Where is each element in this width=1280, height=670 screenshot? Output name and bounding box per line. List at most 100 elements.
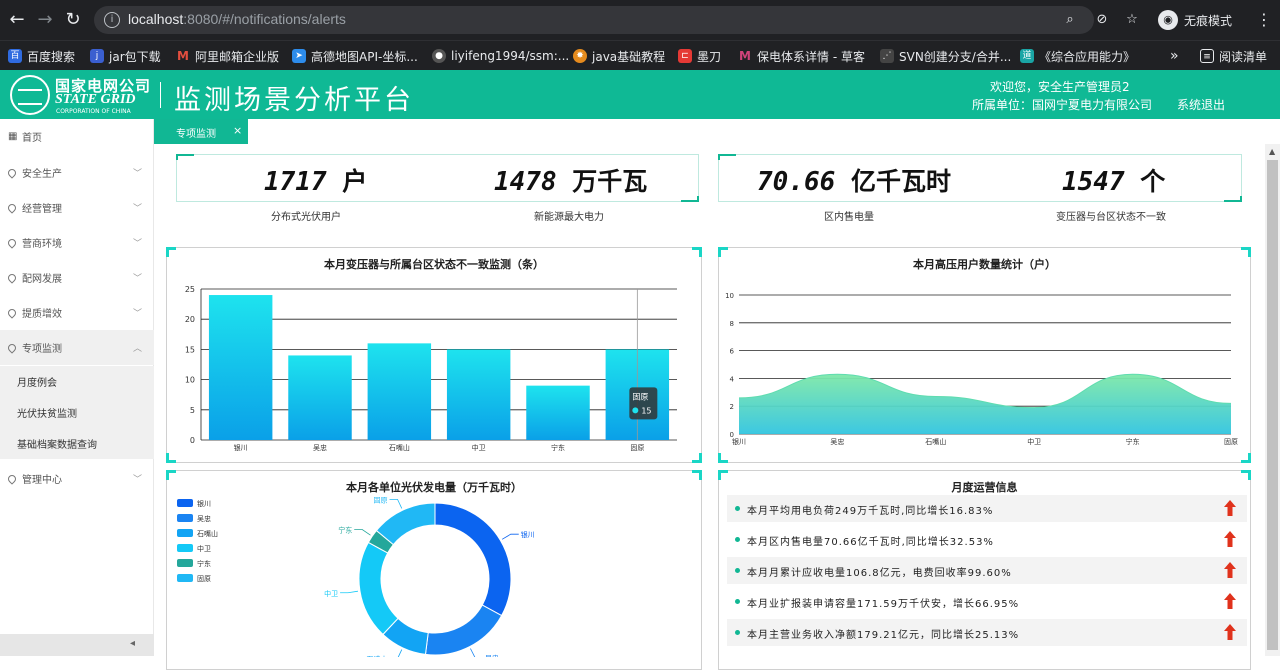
sidebar-item-special-monitor[interactable]: 专项监测 ︿ [0,330,154,365]
y-tick-label: 0 [190,436,195,445]
url-text[interactable]: localhost:8080/#/notifications/alerts [128,11,346,27]
chevron-down-icon: ﹀ [133,309,143,319]
back-icon[interactable]: ← [6,9,28,31]
y-tick-label: 5 [190,406,195,415]
bullet-icon [735,630,740,635]
zoom-icon[interactable]: ⌕ [1062,12,1078,28]
incognito-indicator[interactable]: ◉ 无痕模式 [1158,8,1232,32]
slice-label-line [354,529,371,536]
area-chart-panel: 本月高压用户数量统计（户） 0 2 4 6 8 10 银川 吴忠 石嘴山 中卫 宁东 固原 [718,247,1251,463]
sidebar-item-operation[interactable]: 经营管理 ﹀ [0,190,154,225]
kpi-label: 新能源最大电力 [534,212,604,223]
unit-text: 所属单位：国网宁夏电力有限公司 [972,98,1153,112]
page-scrollbar[interactable]: ▲ [1265,144,1280,656]
bookmark-icon: ⊏ [678,49,692,63]
sidebar: ▦ 首页 安全生产 ﹀ 经营管理 ﹀ 营商环境 ﹀ 配网发展 ﹀ 提质增效 ﹀ … [0,119,154,656]
page-title: 监测场景分析平台 [174,85,414,116]
incognito-icon: ◉ [1158,10,1178,30]
arrow-up-icon [1224,624,1236,640]
legend-label: 固原 [197,575,211,583]
donut-chart-panel: 本月各单位光伏发电量（万千瓦时） 银川吴忠石嘴山中卫宁东固原银川吴忠石嘴山中卫宁… [166,470,702,670]
legend-label: 中卫 [197,544,211,553]
x-tick-label: 吴忠 [830,438,844,446]
location-icon [6,166,18,179]
sidebar-subitem-archive-query[interactable]: 基础档案数据查询 [0,428,154,459]
arrow-up-icon [1224,562,1236,578]
bookmark-item[interactable]: M 阿里邮箱企业版 [176,47,279,65]
corner-decoration [718,154,736,160]
tab-special-monitor[interactable]: 专项监测 × [154,119,248,144]
browser-menu-icon[interactable]: ⋮ [1256,10,1272,29]
sidebar-item-management[interactable]: 管理中心 ﹀ [0,461,154,496]
bookmark-icon: M [739,49,751,63]
bar [288,355,352,440]
bookmark-item[interactable]: j jar包下载 [90,47,161,65]
y-tick-label: 10 [725,292,734,300]
x-tick-label: 宁东 [1126,437,1140,446]
donut-chart: 银川吴忠石嘴山中卫宁东固原银川吴忠石嘴山中卫宁东固原 [177,496,535,657]
sidebar-item-grid-dev[interactable]: 配网发展 ﹀ [0,260,154,295]
grid-icon: ▦ [8,131,18,142]
bookmarks-more-icon[interactable]: » [1170,47,1179,65]
bookmark-icon: j [90,49,104,63]
donut-slice [358,541,399,636]
incognito-label: 无痕模式 [1184,13,1233,28]
sidebar-subitem-monthly-meeting[interactable]: 月度例会 [0,366,154,397]
bar [526,385,590,440]
sidebar-item-safety[interactable]: 安全生产 ﹀ [0,155,154,190]
slice-label-line [501,533,519,540]
scrollbar-thumb[interactable] [1267,160,1278,650]
bookmark-item[interactable]: ⊏ 墨刀 [678,47,721,65]
bookmark-icon: ✸ [573,49,587,63]
bookmark-item[interactable]: 道《综合应用能力》 [1020,47,1135,65]
area-chart: 0246810银川 吴忠 石嘴山 中卫 宁东 固原 [725,292,1238,446]
legend-label: 吴忠 [197,515,211,523]
x-tick-label: 银川 [234,443,248,452]
forward-icon[interactable]: → [34,9,56,31]
x-tick-label: 中卫 [1027,437,1041,446]
legend-swatch [177,499,193,507]
bookmark-item[interactable]: ⋰ SVN创建分支/合并... [880,47,1011,65]
slice-label: 银川 [521,530,535,539]
sidebar-subitem-pv-poverty[interactable]: 光伏扶贫监测 [0,397,154,428]
main-content: 1717 户 分布式光伏用户 1478 万千瓦 新能源最大电力 70.66 亿千… [154,144,1265,670]
donut-slice [375,502,436,546]
close-icon[interactable]: × [233,124,242,137]
sidebar-item-efficiency[interactable]: 提质增效 ﹀ [0,295,154,330]
reload-icon[interactable]: ↻ [62,9,84,31]
kpi-value: 70.66 亿千瓦时 [757,167,951,197]
x-tick-label: 固原 [1224,438,1238,446]
x-tick-label: 石嘴山 [925,437,946,446]
x-tick-label: 中卫 [472,443,486,452]
star-icon[interactable]: ☆ [1124,12,1140,28]
bookmark-item[interactable]: ➤ 高德地图API-坐标... [292,47,418,65]
bullet-icon [735,568,740,573]
bookmarks-bar: 百百度搜索 j jar包下载 M 阿里邮箱企业版 ➤ 高德地图API-坐标... ● l… [0,40,1280,70]
bookmark-item[interactable]: ● liyifeng1994/ssm:... [432,47,569,65]
bookmark-item[interactable]: M 保电体系详情 - 草客 [738,47,865,65]
x-tick-label: 固原 [630,444,644,452]
bookmark-item[interactable]: 百百度搜索 [8,47,75,65]
bookmark-item[interactable]: ✸ java基础教程 [573,47,665,65]
bar [208,295,273,440]
tracking-protection-icon[interactable]: ⊘ [1094,12,1110,28]
legend-swatch [177,559,193,567]
chevron-up-icon: ︿ [133,344,143,354]
bullet-icon [735,537,740,542]
site-info-icon[interactable]: i [104,12,120,28]
browser-toolbar: ← → ↻ i localhost:8080/#/notifications/a… [0,0,1280,40]
sidebar-item-home[interactable]: ▦ 首页 [0,119,154,154]
chevron-down-icon: ﹀ [133,475,143,485]
logout-button[interactable]: 系统退出 [1177,96,1225,113]
donut-slice [434,502,512,617]
scroll-up-icon[interactable]: ▲ [1269,147,1275,156]
arrow-up-icon [1224,500,1236,516]
reading-list[interactable]: ≡ 阅读清单 [1200,47,1267,65]
collapse-icon: ◂ [130,638,136,649]
sidebar-item-business-env[interactable]: 营商环境 ﹀ [0,225,154,260]
address-bar[interactable]: i localhost:8080/#/notifications/alerts … [94,6,1094,34]
tooltip-label: 固原 [632,392,648,401]
sidebar-collapse-button[interactable]: ◂ [0,634,154,656]
slice-label-line [340,590,359,594]
tooltip-value: 15 [641,406,651,415]
